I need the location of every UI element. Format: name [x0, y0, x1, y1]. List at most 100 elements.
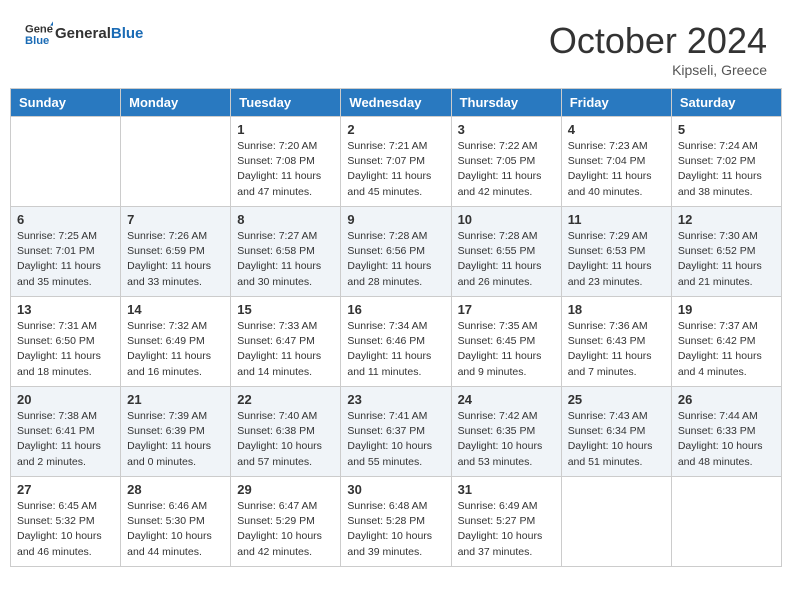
- calendar-table: Sunday Monday Tuesday Wednesday Thursday…: [10, 88, 782, 567]
- logo-blue: Blue: [111, 25, 144, 42]
- calendar-week-4: 20 Sunrise: 7:38 AM Sunset: 6:41 PM Dayli…: [11, 387, 782, 477]
- calendar-cell: 27Sunrise: 6:45 AM Sunset: 5:32 PM Dayli…: [11, 477, 121, 567]
- col-wednesday: Wednesday: [341, 89, 451, 117]
- day-number: 6: [17, 212, 114, 227]
- calendar-week-2: 6Sunrise: 7:25 AM Sunset: 7:01 PM Daylig…: [11, 207, 782, 297]
- day-number: 4: [568, 122, 665, 137]
- day-number: 21: [127, 392, 224, 407]
- day-info: Sunrise: 7:28 AM Sunset: 6:55 PM Dayligh…: [458, 229, 555, 290]
- day-info: Sunrise: 7:21 AM Sunset: 7:07 PM Dayligh…: [347, 139, 444, 200]
- day-number: 3: [458, 122, 555, 137]
- calendar-cell: [561, 477, 671, 567]
- calendar-header-row: Sunday Monday Tuesday Wednesday Thursday…: [11, 89, 782, 117]
- day-number: 8: [237, 212, 334, 227]
- location: Kipseli, Greece: [549, 62, 767, 78]
- calendar-cell: 13 Sunrise: 7:31 AM Sunset: 6:50 PM Dayli…: [11, 297, 121, 387]
- col-friday: Friday: [561, 89, 671, 117]
- day-number: 24: [458, 392, 555, 407]
- day-info: Sunrise: 7:42 AM Sunset: 6:35 PM Dayligh…: [458, 409, 555, 470]
- day-info: Sunrise: 7:26 AM Sunset: 6:59 PM Dayligh…: [127, 229, 224, 290]
- calendar-cell: 17 Sunrise: 7:35 AM Sunset: 6:45 PM Dayli…: [451, 297, 561, 387]
- day-number: 5: [678, 122, 775, 137]
- col-monday: Monday: [121, 89, 231, 117]
- day-number: 13: [17, 302, 114, 317]
- day-info: Sunrise: 7:43 AM Sunset: 6:34 PM Dayligh…: [568, 409, 665, 470]
- calendar-cell: [121, 117, 231, 207]
- day-info: Sunrise: 7:32 AM Sunset: 6:49 PM Dayligh…: [127, 319, 224, 380]
- calendar-cell: 29Sunrise: 6:47 AM Sunset: 5:29 PM Dayli…: [231, 477, 341, 567]
- day-info: Sunrise: 7:28 AM Sunset: 6:56 PM Dayligh…: [347, 229, 444, 290]
- day-number: 12: [678, 212, 775, 227]
- day-info: Sunrise: 7:36 AM Sunset: 6:43 PM Dayligh…: [568, 319, 665, 380]
- day-info: Sunrise: 7:44 AM Sunset: 6:33 PM Dayligh…: [678, 409, 775, 470]
- svg-text:Blue: Blue: [25, 35, 49, 47]
- calendar-cell: 25 Sunrise: 7:43 AM Sunset: 6:34 PM Dayli…: [561, 387, 671, 477]
- day-info: Sunrise: 7:37 AM Sunset: 6:42 PM Dayligh…: [678, 319, 775, 380]
- day-info: Sunrise: 6:48 AM Sunset: 5:28 PM Dayligh…: [347, 499, 444, 560]
- day-info: Sunrise: 7:24 AM Sunset: 7:02 PM Dayligh…: [678, 139, 775, 200]
- calendar-cell: 30 Sunrise: 6:48 AM Sunset: 5:28 PM Dayli…: [341, 477, 451, 567]
- day-number: 14: [127, 302, 224, 317]
- day-info: Sunrise: 7:38 AM Sunset: 6:41 PM Dayligh…: [17, 409, 114, 470]
- calendar-cell: 21 Sunrise: 7:39 AM Sunset: 6:39 PM Dayli…: [121, 387, 231, 477]
- calendar-cell: 14 Sunrise: 7:32 AM Sunset: 6:49 PM Dayli…: [121, 297, 231, 387]
- calendar-cell: 9 Sunrise: 7:28 AM Sunset: 6:56 PM Daylig…: [341, 207, 451, 297]
- day-info: Sunrise: 6:47 AM Sunset: 5:29 PM Dayligh…: [237, 499, 334, 560]
- calendar-cell: 15 Sunrise: 7:33 AM Sunset: 6:47 PM Dayli…: [231, 297, 341, 387]
- calendar-cell: 19Sunrise: 7:37 AM Sunset: 6:42 PM Dayli…: [671, 297, 781, 387]
- calendar-week-1: 1 Sunrise: 7:20 AM Sunset: 7:08 PM Daylig…: [11, 117, 782, 207]
- calendar-week-5: 27Sunrise: 6:45 AM Sunset: 5:32 PM Dayli…: [11, 477, 782, 567]
- day-info: Sunrise: 7:41 AM Sunset: 6:37 PM Dayligh…: [347, 409, 444, 470]
- day-info: Sunrise: 7:23 AM Sunset: 7:04 PM Dayligh…: [568, 139, 665, 200]
- calendar-cell: [11, 117, 121, 207]
- calendar-cell: 20 Sunrise: 7:38 AM Sunset: 6:41 PM Dayli…: [11, 387, 121, 477]
- calendar-cell: 28Sunrise: 6:46 AM Sunset: 5:30 PM Dayli…: [121, 477, 231, 567]
- day-info: Sunrise: 7:39 AM Sunset: 6:39 PM Dayligh…: [127, 409, 224, 470]
- day-info: Sunrise: 7:29 AM Sunset: 6:53 PM Dayligh…: [568, 229, 665, 290]
- calendar-cell: 6Sunrise: 7:25 AM Sunset: 7:01 PM Daylig…: [11, 207, 121, 297]
- day-info: Sunrise: 7:30 AM Sunset: 6:52 PM Dayligh…: [678, 229, 775, 290]
- day-info: Sunrise: 7:35 AM Sunset: 6:45 PM Dayligh…: [458, 319, 555, 380]
- col-saturday: Saturday: [671, 89, 781, 117]
- day-number: 25: [568, 392, 665, 407]
- logo: General Blue GeneralBlue: [25, 20, 143, 48]
- calendar-cell: 31Sunrise: 6:49 AM Sunset: 5:27 PM Dayli…: [451, 477, 561, 567]
- col-tuesday: Tuesday: [231, 89, 341, 117]
- day-number: 10: [458, 212, 555, 227]
- calendar-cell: [671, 477, 781, 567]
- calendar-cell: 22Sunrise: 7:40 AM Sunset: 6:38 PM Dayli…: [231, 387, 341, 477]
- day-number: 17: [458, 302, 555, 317]
- month-title: October 2024: [549, 20, 767, 62]
- calendar-cell: 5 Sunrise: 7:24 AM Sunset: 7:02 PM Daylig…: [671, 117, 781, 207]
- day-info: Sunrise: 7:20 AM Sunset: 7:08 PM Dayligh…: [237, 139, 334, 200]
- calendar-cell: 4 Sunrise: 7:23 AM Sunset: 7:04 PM Daylig…: [561, 117, 671, 207]
- day-number: 1: [237, 122, 334, 137]
- day-info: Sunrise: 7:34 AM Sunset: 6:46 PM Dayligh…: [347, 319, 444, 380]
- title-block: October 2024 Kipseli, Greece: [549, 20, 767, 78]
- day-number: 27: [17, 482, 114, 497]
- day-number: 26: [678, 392, 775, 407]
- day-number: 7: [127, 212, 224, 227]
- day-number: 22: [237, 392, 334, 407]
- calendar-cell: 8 Sunrise: 7:27 AM Sunset: 6:58 PM Daylig…: [231, 207, 341, 297]
- calendar-cell: 23Sunrise: 7:41 AM Sunset: 6:37 PM Dayli…: [341, 387, 451, 477]
- day-number: 11: [568, 212, 665, 227]
- calendar-cell: 10 Sunrise: 7:28 AM Sunset: 6:55 PM Dayli…: [451, 207, 561, 297]
- calendar-cell: 2 Sunrise: 7:21 AM Sunset: 7:07 PM Daylig…: [341, 117, 451, 207]
- day-info: Sunrise: 7:33 AM Sunset: 6:47 PM Dayligh…: [237, 319, 334, 380]
- calendar-cell: 3Sunrise: 7:22 AM Sunset: 7:05 PM Daylig…: [451, 117, 561, 207]
- day-number: 2: [347, 122, 444, 137]
- svg-text:General: General: [25, 24, 53, 36]
- day-info: Sunrise: 6:49 AM Sunset: 5:27 PM Dayligh…: [458, 499, 555, 560]
- day-info: Sunrise: 7:27 AM Sunset: 6:58 PM Dayligh…: [237, 229, 334, 290]
- day-number: 28: [127, 482, 224, 497]
- day-info: Sunrise: 7:31 AM Sunset: 6:50 PM Dayligh…: [17, 319, 114, 380]
- calendar-cell: 26 Sunrise: 7:44 AM Sunset: 6:33 PM Dayli…: [671, 387, 781, 477]
- day-number: 15: [237, 302, 334, 317]
- day-number: 30: [347, 482, 444, 497]
- calendar-cell: 1 Sunrise: 7:20 AM Sunset: 7:08 PM Daylig…: [231, 117, 341, 207]
- day-number: 16: [347, 302, 444, 317]
- day-number: 20: [17, 392, 114, 407]
- day-number: 9: [347, 212, 444, 227]
- calendar-week-3: 13 Sunrise: 7:31 AM Sunset: 6:50 PM Dayli…: [11, 297, 782, 387]
